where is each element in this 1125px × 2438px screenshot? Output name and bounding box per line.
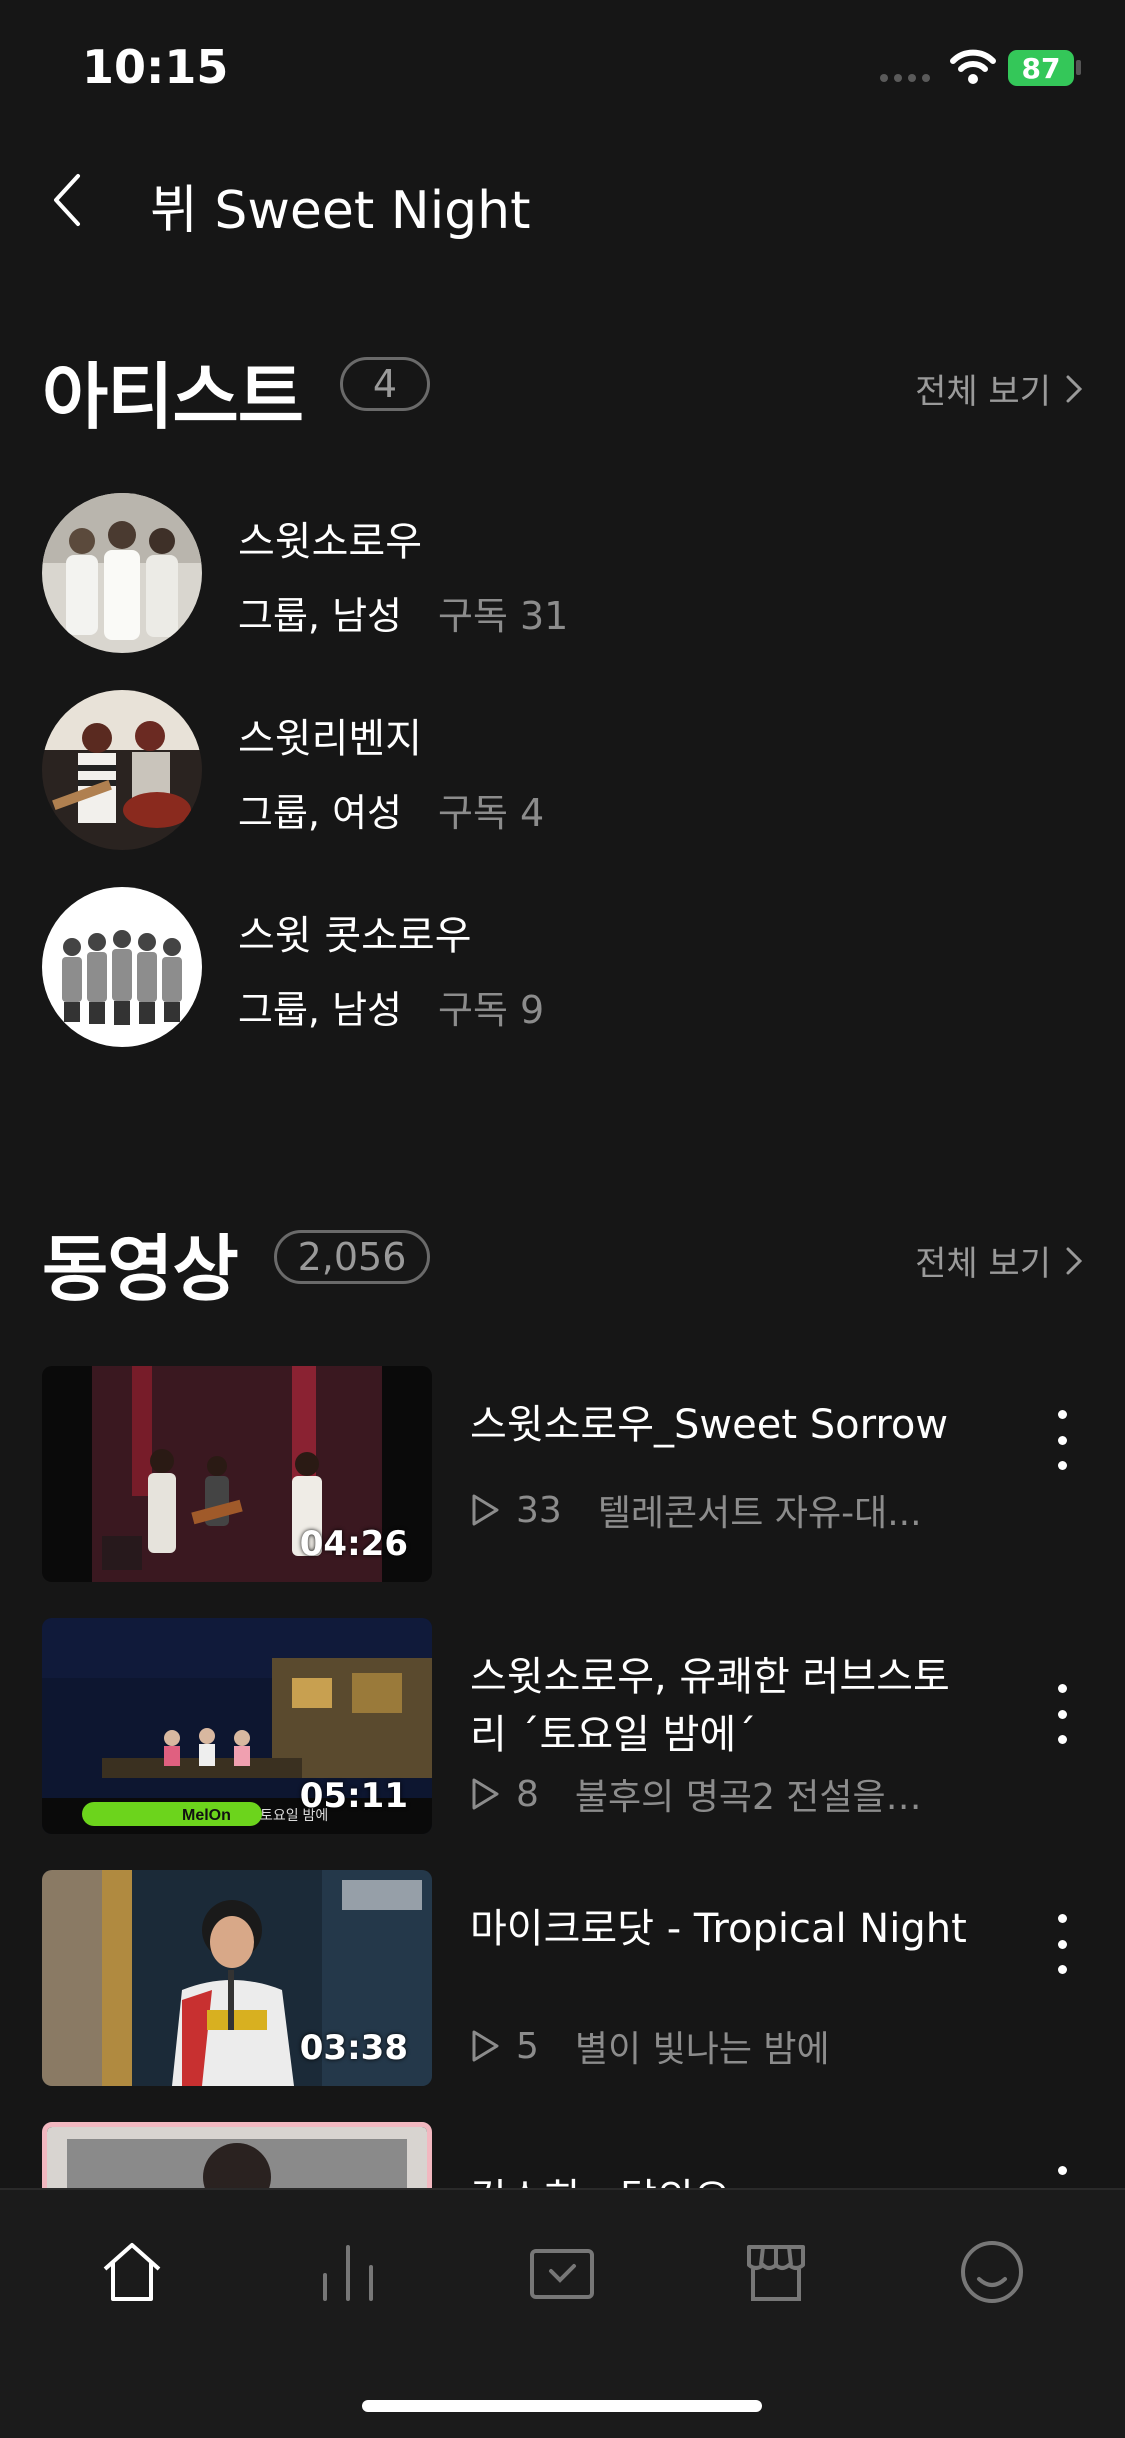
home-icon: [103, 2243, 161, 2301]
see-all-label: 전체 보기: [915, 1244, 1051, 1284]
videos-count-badge: 2,056: [274, 1230, 430, 1284]
video-duration: 03:38: [299, 2028, 408, 2068]
artist-row[interactable]: 스윗 콧소로우 그룹, 남성 구독 9: [42, 887, 1082, 1047]
artist-meta: 그룹, 남성 구독 9: [238, 988, 545, 1032]
artist-name: 스윗소로우: [238, 519, 422, 565]
video-meta: 8 불후의 명곡2 전설을…: [470, 1768, 922, 1820]
video-title: 마이크로닷 - Tropical Night: [470, 1906, 967, 1952]
chart-icon: [323, 2245, 373, 2301]
video-item[interactable]: 04:26 스윗소로우_Sweet Sorrow 33 텔레콘서트 자유-대..…: [42, 1366, 1082, 1582]
video-title: 스윗소로우_Sweet Sorrow: [470, 1402, 949, 1448]
see-all-label: 전체 보기: [915, 372, 1051, 412]
tab-home[interactable]: [92, 2232, 172, 2312]
artist-name: 스윗리벤지: [238, 716, 422, 762]
artist-name: 스윗 콧소로우: [238, 913, 472, 959]
video-duration: 05:11: [299, 1776, 408, 1816]
play-icon: [472, 1494, 499, 1526]
more-options-icon[interactable]: [1052, 1914, 1072, 1974]
video-description: 텔레콘서트 자유-대...: [597, 1493, 922, 1534]
video-play-count: 33: [516, 1489, 562, 1531]
video-play-count: 8: [516, 1773, 539, 1815]
artist-avatar: [42, 690, 202, 850]
svg-text:MelOn: MelOn: [182, 1807, 231, 1824]
more-options-icon[interactable]: [1052, 1684, 1072, 1744]
video-duration: 04:26: [299, 1524, 408, 1564]
artists-section-title: 아티스트: [42, 355, 304, 439]
cellular-signal-icon: [880, 74, 930, 82]
artist-meta: 그룹, 남성 구독 31: [238, 594, 569, 638]
more-options-icon[interactable]: [1052, 1410, 1072, 1470]
play-icon: [472, 2030, 499, 2062]
video-thumbnail[interactable]: MelOn 토요일 밤에 05:11: [42, 1618, 432, 1834]
smile-icon: [961, 2241, 1023, 2303]
video-thumbnail[interactable]: 04:26: [42, 1366, 432, 1582]
tab-chart[interactable]: [308, 2232, 388, 2312]
battery-cap: [1076, 60, 1081, 75]
chevron-right-icon: [1066, 1247, 1083, 1274]
videos-see-all-link[interactable]: 전체 보기: [915, 1236, 1083, 1285]
video-play-count: 5: [516, 2025, 539, 2067]
page-title: 뷔 Sweet Night: [150, 181, 531, 241]
artist-row[interactable]: 스윗리벤지 그룹, 여성 구독 4: [42, 690, 1082, 850]
back-icon[interactable]: [48, 170, 88, 230]
video-thumbnail[interactable]: 03:38: [42, 1870, 432, 2086]
status-time: 10:15: [82, 40, 229, 94]
play-icon: [472, 1778, 499, 1810]
video-item[interactable]: 03:38 마이크로닷 - Tropical Night 5 별이 빛나는 밤에: [42, 1870, 1082, 2086]
status-bar: 10:15 87: [0, 0, 1125, 140]
home-indicator: [362, 2400, 762, 2412]
video-meta: 33 텔레콘서트 자유-대...: [470, 1484, 922, 1536]
video-item[interactable]: MelOn 토요일 밤에 05:11 스윗소로우, 유쾌한 러브스토리 ´토요일…: [42, 1618, 1082, 1834]
videos-section-title: 동영상: [42, 1227, 239, 1311]
artist-avatar: [42, 493, 202, 653]
artists-see-all-link[interactable]: 전체 보기: [915, 364, 1083, 413]
artists-count-badge: 4: [340, 357, 430, 411]
video-description: 불후의 명곡2 전설을…: [574, 1777, 922, 1818]
chevron-right-icon: [1066, 375, 1083, 402]
artist-row[interactable]: 스윗소로우 그룹, 남성 구독 31: [42, 493, 1082, 653]
artist-avatar: [42, 887, 202, 1047]
artist-meta: 그룹, 여성 구독 4: [238, 791, 545, 835]
store-icon: [747, 2245, 805, 2301]
library-icon: [530, 2249, 594, 2299]
tab-library[interactable]: [522, 2232, 602, 2312]
battery-icon: 87: [1008, 50, 1074, 86]
tab-store[interactable]: [736, 2232, 816, 2312]
video-description: 별이 빛나는 밤에: [574, 2029, 830, 2070]
wifi-icon: [950, 49, 996, 84]
video-meta: 5 별이 빛나는 밤에: [470, 2020, 830, 2072]
video-title: 스윗소로우, 유쾌한 러브스토리 ´토요일 밤에´: [470, 1654, 950, 1758]
tab-my[interactable]: [952, 2232, 1032, 2312]
